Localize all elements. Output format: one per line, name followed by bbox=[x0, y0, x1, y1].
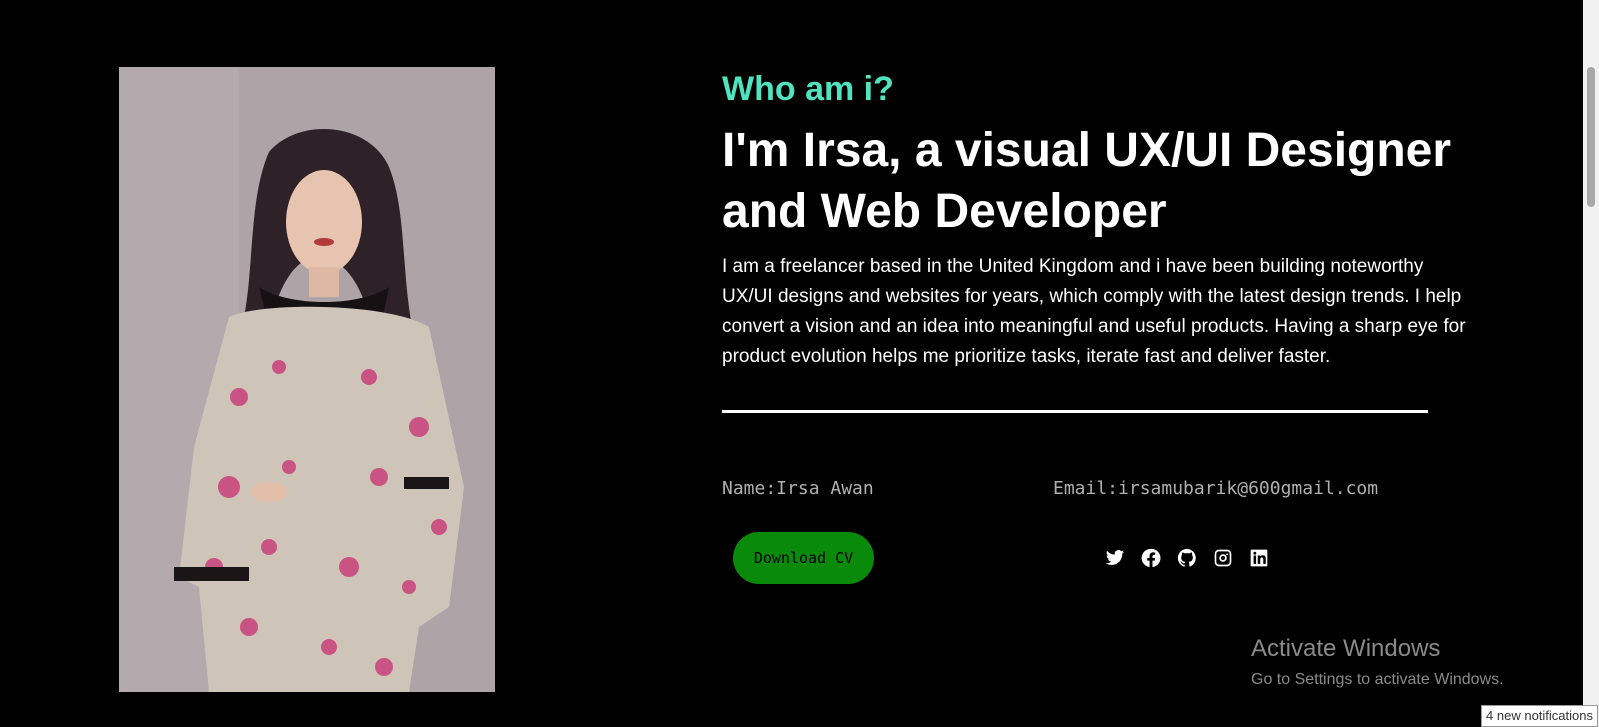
profile-photo bbox=[119, 67, 495, 692]
twitter-link[interactable] bbox=[1105, 548, 1125, 568]
download-cv-button[interactable]: Download CV bbox=[733, 532, 874, 584]
divider bbox=[722, 410, 1428, 413]
instagram-link[interactable] bbox=[1213, 548, 1233, 568]
github-link[interactable] bbox=[1177, 548, 1197, 568]
section-eyebrow: Who am i? bbox=[722, 70, 894, 108]
name-info: Name:Irsa Awan bbox=[722, 478, 874, 499]
page: Who am i? I'm Irsa, a visual UX/UI Desig… bbox=[0, 0, 1583, 727]
watermark-title: Activate Windows bbox=[1251, 635, 1441, 662]
facebook-icon bbox=[1141, 548, 1161, 568]
about-section: Who am i? I'm Irsa, a visual UX/UI Desig… bbox=[722, 66, 1482, 413]
notification-badge[interactable]: 4 new notifications bbox=[1481, 705, 1598, 727]
watermark-subtitle: Go to Settings to activate Windows. bbox=[1251, 671, 1504, 688]
facebook-link[interactable] bbox=[1141, 548, 1161, 568]
linkedin-icon bbox=[1250, 549, 1268, 567]
email-info: Email:irsamubarik@600gmail.com bbox=[1053, 478, 1379, 499]
github-icon bbox=[1177, 548, 1196, 567]
linkedin-link[interactable] bbox=[1249, 548, 1269, 568]
instagram-icon bbox=[1214, 549, 1232, 567]
social-links bbox=[1105, 548, 1269, 568]
windows-activation-watermark: Activate Windows Go to Settings to activ… bbox=[1251, 634, 1504, 692]
page-title: I'm Irsa, a visual UX/UI Designer and We… bbox=[722, 124, 1452, 238]
twitter-icon bbox=[1105, 550, 1125, 565]
vertical-scrollbar[interactable] bbox=[1583, 0, 1599, 727]
bio-text: I am a freelancer based in the United Ki… bbox=[722, 256, 1466, 367]
scrollbar-thumb[interactable] bbox=[1587, 67, 1595, 207]
